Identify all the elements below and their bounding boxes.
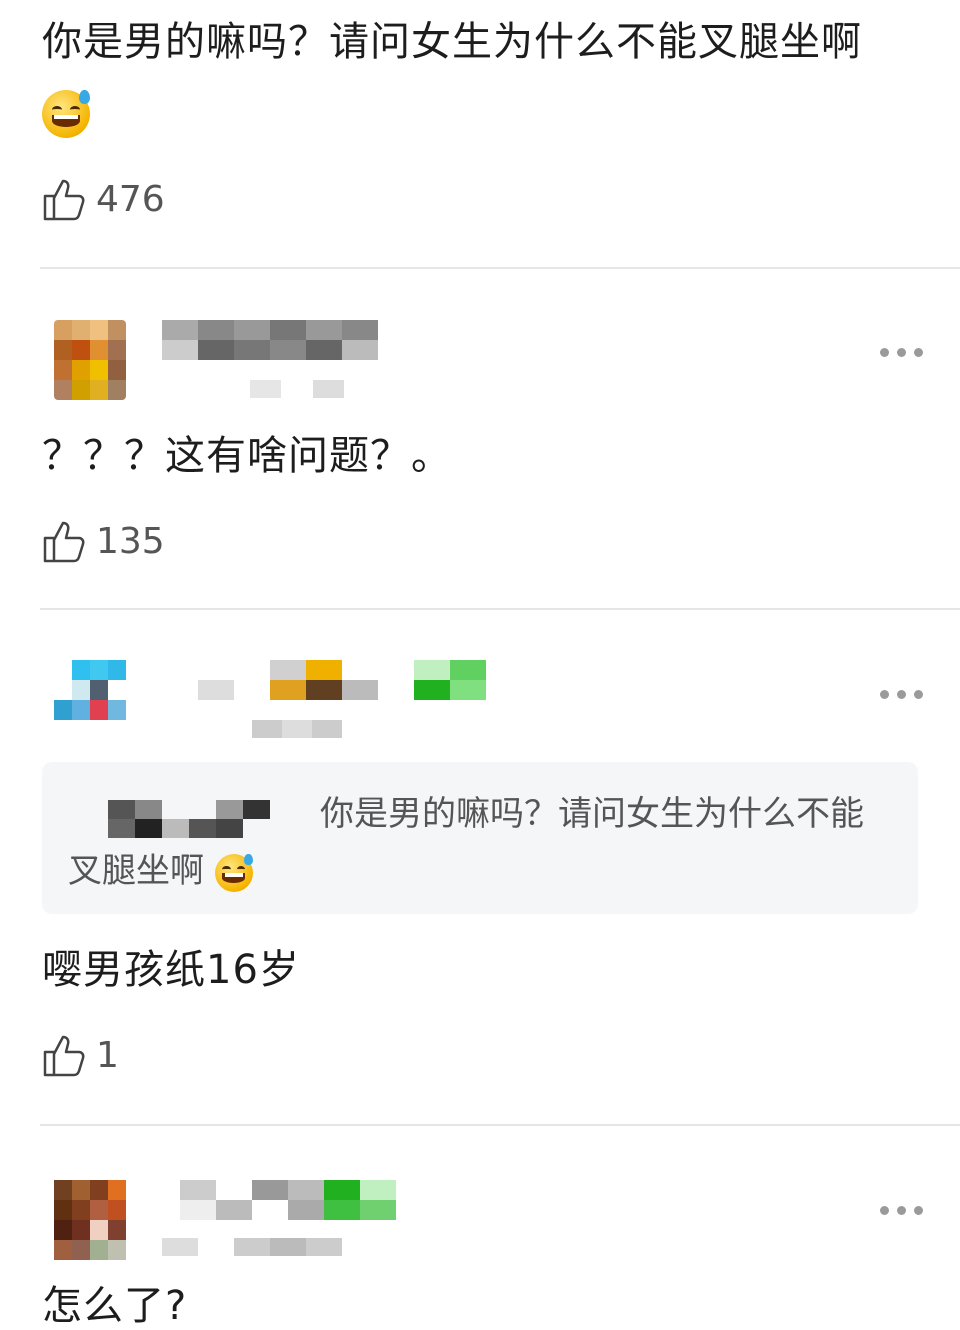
comment-text: ？？？这有啥问题？。 — [42, 433, 452, 479]
comment-like-button[interactable]: 1 — [42, 1032, 119, 1078]
comment-text: 嘤男孩纸16岁 — [42, 947, 300, 993]
quoted-text-line2: 叉腿坐啊 — [68, 843, 253, 899]
comment-text: 怎么了? — [42, 1283, 188, 1329]
avatar[interactable] — [54, 1180, 126, 1260]
avatar[interactable] — [54, 660, 126, 720]
comment-like-button[interactable]: 135 — [42, 518, 165, 564]
quoted-username — [108, 800, 270, 838]
post-like-button[interactable]: 476 — [42, 176, 165, 222]
thumbs-up-icon — [43, 1035, 85, 1077]
post-text: 你是男的嘛吗？请问女生为什么不能叉腿坐啊 — [42, 19, 862, 65]
more-dots-icon[interactable] — [880, 690, 923, 699]
thumbs-up-icon — [43, 521, 85, 563]
thumbs-up-icon — [43, 179, 85, 221]
username[interactable] — [162, 320, 378, 360]
divider — [40, 1124, 960, 1126]
divider — [40, 267, 960, 269]
username[interactable] — [198, 660, 486, 700]
more-dots-icon[interactable] — [880, 348, 923, 357]
sweat-smile-emoji-icon — [42, 90, 90, 138]
comment-like-count: 135 — [96, 520, 165, 562]
avatar[interactable] — [54, 320, 126, 400]
comment-like-count: 1 — [96, 1034, 119, 1076]
comment-meta — [250, 380, 344, 398]
username[interactable] — [180, 1180, 396, 1220]
post-like-count: 476 — [96, 178, 165, 220]
more-dots-icon[interactable] — [880, 1206, 923, 1215]
quoted-text-line1: 你是男的嘛吗？请问女生为什么不能 — [320, 794, 864, 834]
quoted-text-line2-label: 叉腿坐啊 — [68, 851, 204, 891]
comment-meta — [252, 720, 342, 738]
divider — [40, 608, 960, 610]
comment-meta — [162, 1238, 342, 1256]
sweat-smile-emoji-icon — [214, 853, 253, 892]
